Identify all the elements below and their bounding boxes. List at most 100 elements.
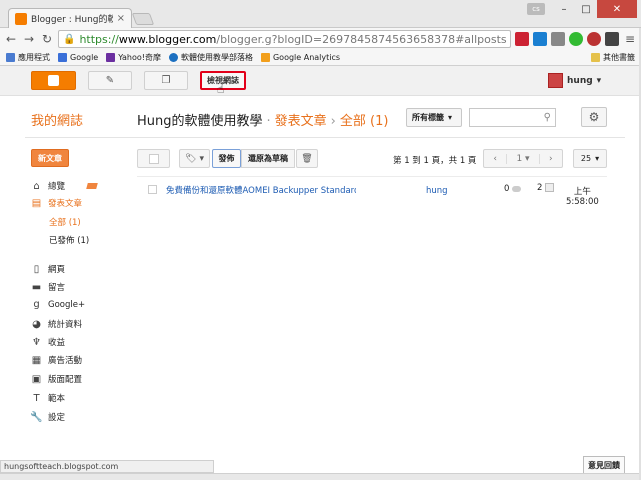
announcement-flag-icon (86, 183, 98, 189)
layout-icon: ▣ (31, 373, 42, 385)
sidebar-item-comments[interactable]: ▬ 留言 (31, 281, 65, 294)
tag-icon: 🏷 (185, 153, 197, 164)
pagination: ‹ 1 ▾ › (483, 149, 563, 168)
post-comments[interactable]: 0 (504, 184, 522, 194)
new-tab-button[interactable] (131, 13, 155, 25)
pages-icon: ▯ (33, 263, 40, 275)
window-close-icon[interactable]: ✕ (597, 0, 637, 18)
pages-icon: ❐ (161, 75, 171, 86)
label-filter-dropdown[interactable]: 所有標籤 ▾ (406, 108, 462, 127)
lock-icon: 🔒 (63, 33, 76, 45)
user-menu[interactable]: hung ▾ (548, 73, 601, 88)
sidebar-item-layout[interactable]: ▣ 版面配置 (31, 373, 82, 386)
extension-g-icon[interactable] (551, 32, 565, 46)
extension-green-icon[interactable] (569, 32, 583, 46)
sidebar-subitem-all[interactable]: 全部 (1) (49, 216, 81, 228)
analytics-icon (260, 53, 270, 62)
sidebar-item-earnings[interactable]: ♆ 收益 (31, 336, 65, 349)
pencil-icon: ✎ (105, 75, 115, 86)
feedback-button[interactable]: 意見回饋 (583, 456, 625, 474)
revert-to-draft-button[interactable]: 還原為草稿 (241, 149, 295, 168)
caret-down-icon: ▾ (448, 113, 453, 122)
url-path: /blogger.g?blogID=2697845874563658378#al… (216, 32, 507, 46)
forward-icon[interactable]: → (22, 32, 36, 46)
tab-close-icon[interactable]: × (117, 13, 125, 24)
new-post-button[interactable]: 新文章 (31, 149, 69, 167)
user-name: hung (567, 75, 593, 86)
extension-dark-icon[interactable] (605, 32, 619, 46)
chevron-down-icon: ▾ (596, 75, 602, 86)
crumb-blog-name[interactable]: Hung的軟體使用教學 (137, 114, 263, 129)
avatar (548, 73, 563, 88)
crumb-all[interactable]: 全部 (1) (340, 114, 389, 129)
page-info: 第 1 到 1 頁，共 1 頁 (393, 156, 477, 166)
next-page-icon[interactable]: › (540, 154, 562, 164)
extension-bookmark-icon[interactable] (515, 32, 529, 46)
delete-button[interactable]: 🗑 (296, 149, 318, 168)
sidebar-item-overview[interactable]: ⌂ 總覽 (31, 180, 98, 192)
sidebar-item-google-plus[interactable]: g Google+ (31, 299, 85, 310)
label-filter-value: 所有標籤 (412, 113, 444, 122)
search-icon[interactable]: ⚲ (544, 112, 551, 123)
checkbox-box (149, 154, 159, 164)
select-all-checkbox[interactable] (137, 149, 170, 168)
bookmark-analytics[interactable]: Google Analytics (260, 53, 340, 62)
blogger-favicon-icon (15, 12, 27, 25)
campaigns-icon: ▦ (31, 354, 42, 366)
posts-icon: ▤ (31, 197, 42, 209)
extension-s-icon[interactable] (533, 32, 547, 46)
extension-red-icon[interactable] (587, 32, 601, 46)
sidebar-subitem-published[interactable]: 已發佈 (1) (49, 234, 89, 246)
blogger-home-button[interactable] (31, 71, 76, 90)
back-icon[interactable]: ← (4, 32, 18, 46)
bookmark-blog[interactable]: 軟體使用教學部落格 (168, 52, 253, 63)
window-bottom-border (0, 473, 641, 480)
crumb-posts[interactable]: 發表文章 (275, 114, 327, 129)
blogger-topbar: ✎ ❐ 檢視網誌 hung ▾ (0, 66, 641, 96)
address-bar[interactable]: 🔒 https://www.blogger.com/blogger.g?blog… (58, 30, 511, 48)
yahoo-icon (106, 53, 116, 62)
publish-button[interactable]: 發佈 (212, 149, 241, 168)
profile-badge[interactable]: cs (527, 3, 545, 15)
post-author-link[interactable]: hung (426, 186, 448, 196)
window-controls: cs – □ ✕ (527, 0, 637, 18)
gear-icon: ⚙ (588, 110, 600, 124)
sidebar-item-stats[interactable]: ◕ 統計資料 (31, 318, 82, 331)
earnings-icon: ♆ (32, 336, 41, 348)
caret-down-icon: ▾ (199, 153, 204, 164)
bookmark-google[interactable]: Google (58, 53, 98, 62)
row-divider (137, 176, 607, 177)
per-page-dropdown[interactable]: 25 ▾ (573, 149, 607, 168)
sidebar-item-settings[interactable]: 🔧 設定 (30, 411, 65, 424)
template-icon: T (33, 392, 40, 404)
bookmark-yahoo[interactable]: Yahoo!奇摩 (106, 52, 161, 63)
sidebar-item-template[interactable]: T 範本 (31, 392, 65, 405)
new-post-pencil-button[interactable]: ✎ (88, 71, 132, 90)
blogger-logo-icon (48, 75, 59, 86)
breadcrumb: Hung的軟體使用教學 · 發表文章 › 全部 (1) (137, 110, 388, 129)
google-icon (58, 53, 67, 62)
reload-icon[interactable]: ↻ (40, 32, 54, 46)
sidebar-item-campaigns[interactable]: ▦ 廣告活動 (31, 354, 82, 367)
prev-page-icon[interactable]: ‹ (484, 154, 506, 164)
maximize-icon[interactable]: □ (575, 0, 597, 18)
search-input[interactable]: ⚲ (469, 108, 556, 127)
label-button[interactable]: 🏷 ▾ (179, 149, 210, 168)
menu-icon[interactable]: ≡ (623, 32, 637, 46)
browser-toolbar: ← → ↻ 🔒 https://www.blogger.com/blogger.… (0, 28, 641, 50)
minimize-icon[interactable]: – (553, 0, 575, 18)
folder-icon (591, 53, 600, 62)
my-blogs-title[interactable]: 我的網誌 (31, 110, 83, 129)
page-select[interactable]: 1 ▾ (506, 153, 540, 164)
browser-tab[interactable]: Blogger : Hung的軟體使 × (8, 8, 132, 28)
bookmark-other[interactable]: 其他書籤 (591, 52, 635, 63)
bookmark-apps[interactable]: 應用程式 (6, 52, 50, 63)
home-icon: ⌂ (33, 180, 40, 192)
settings-gear-button[interactable]: ⚙ (581, 107, 607, 127)
sidebar-item-posts[interactable]: ▤ 發表文章 (31, 197, 82, 210)
sidebar-item-pages[interactable]: ▯ 網頁 (31, 263, 65, 276)
crumb-separator: · (266, 114, 271, 129)
pages-button[interactable]: ❐ (144, 71, 188, 90)
post-title-link[interactable]: 免費備份和還原軟體AOMEI Backupper Standard... (166, 184, 356, 196)
post-checkbox[interactable] (148, 185, 157, 194)
